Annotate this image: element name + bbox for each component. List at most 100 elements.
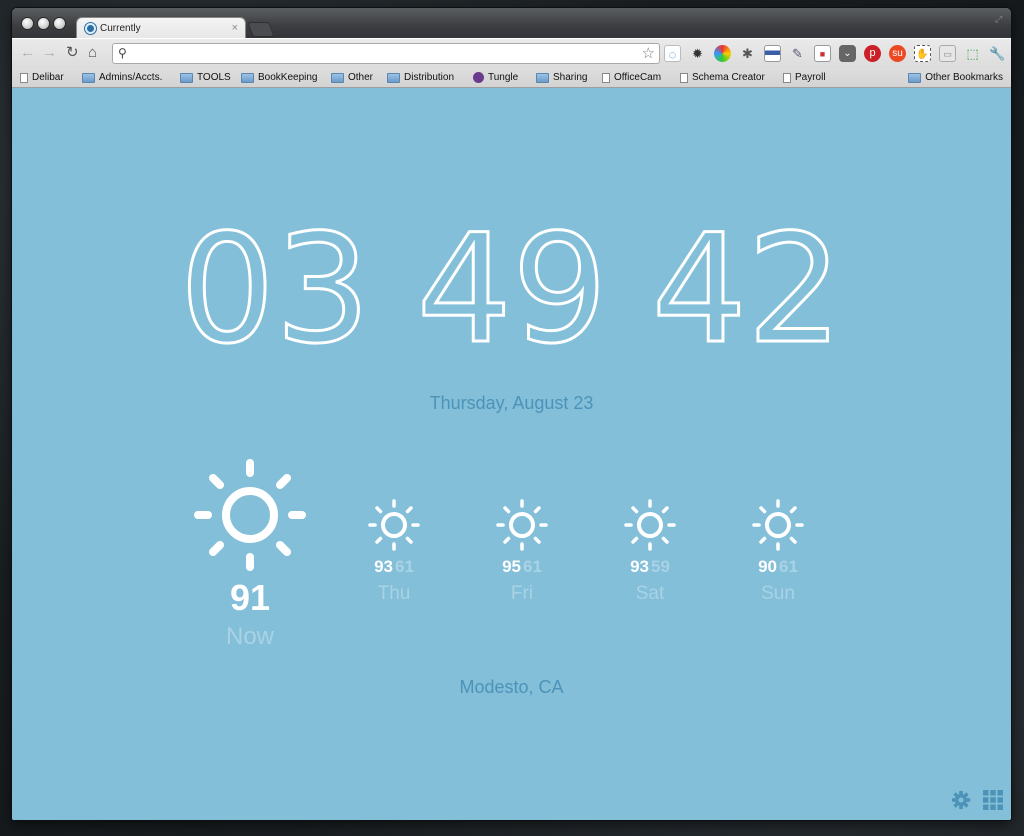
sun-icon <box>752 499 804 551</box>
new-tab-button[interactable] <box>247 22 275 37</box>
title-bar: Currently × ⤢ <box>12 8 1011 39</box>
forecast-low: 61 <box>779 557 798 576</box>
reload-icon[interactable]: ↻ <box>66 45 79 61</box>
color-wheel-extension-icon[interactable] <box>714 45 731 62</box>
tab-title: Currently <box>100 23 141 34</box>
forecast-high: 93 <box>374 557 393 576</box>
bookmark-label: Delibar <box>32 72 64 83</box>
forward-arrow-icon[interactable]: → <box>42 45 57 61</box>
folder-icon <box>908 72 922 83</box>
clock-minutes: 49 <box>417 203 608 377</box>
clock-seconds: 42 <box>652 203 843 377</box>
bookmark-schema-creator[interactable]: Schema Creator <box>680 72 765 83</box>
page-icon <box>783 72 791 83</box>
bookmark-bookkeeping[interactable]: BookKeeping <box>241 72 318 83</box>
bookmark-other-bookmarks[interactable]: Other Bookmarks <box>908 72 1003 83</box>
address-bar[interactable]: ⚲ ☆ <box>112 43 660 64</box>
bookmark-label: Tungle <box>488 72 519 83</box>
bookmark-tungle[interactable]: Tungle <box>473 72 518 83</box>
forecast-high: 95 <box>502 557 521 576</box>
skype-extension-icon[interactable]: ◌ <box>664 45 681 62</box>
page-content: 03 49 42 Thursday, August 23 91 Now 93 61… <box>12 89 1011 820</box>
close-window-button[interactable] <box>22 18 33 29</box>
forecast-temps: 90 61 <box>733 557 823 577</box>
bookmark-other[interactable]: Other <box>331 72 373 83</box>
bookmark-label: Other Bookmarks <box>925 72 1003 83</box>
bookmark-label: Admins/Accts. <box>99 72 163 83</box>
folder-icon <box>180 72 193 83</box>
eyedropper-extension-icon[interactable]: ✎ <box>789 45 806 62</box>
bookmark-label: Distribution <box>404 72 455 83</box>
flag-extension-icon[interactable] <box>764 45 781 62</box>
folder-icon <box>241 72 254 83</box>
settings-gear-icon[interactable] <box>951 790 971 810</box>
forecast-day-name: Thu <box>377 583 411 604</box>
bookmark-admins-accts[interactable]: Admins/Accts. <box>82 72 162 83</box>
folder-icon <box>387 72 400 83</box>
bookmark-label: BookKeeping <box>258 72 318 83</box>
forecast-day-name: Fri <box>510 583 534 604</box>
bug-extension-icon[interactable]: ✱ <box>739 45 756 62</box>
screen-extension-icon[interactable]: ■ <box>814 45 831 62</box>
fullscreen-icon[interactable]: ⤢ <box>995 14 1005 24</box>
forecast-temps: 95 61 <box>477 557 567 577</box>
folder-icon <box>82 72 95 83</box>
bookmark-payroll[interactable]: Payroll <box>783 72 826 83</box>
forecast-day-fri: 95 61 Fri <box>477 497 567 605</box>
home-icon[interactable]: ⌂ <box>88 45 97 61</box>
current-label: Now <box>225 623 274 650</box>
forecast-low: 61 <box>395 557 414 576</box>
minimize-window-button[interactable] <box>38 18 49 29</box>
tab-close-icon[interactable]: × <box>232 22 238 34</box>
search-icon: ⚲ <box>118 46 127 60</box>
tab-currently[interactable]: Currently × <box>76 17 246 39</box>
screenshot-extension-icon[interactable]: ✋ <box>914 45 931 62</box>
page-icon <box>680 72 688 83</box>
current-temperature: 91 <box>229 577 271 618</box>
bookmark-tools[interactable]: TOOLS <box>180 72 231 83</box>
pinterest-extension-icon[interactable]: p <box>864 45 881 62</box>
wrench-icon[interactable]: 🔧 <box>989 45 1006 62</box>
bookmark-sharing[interactable]: Sharing <box>536 72 587 83</box>
bookmark-star-icon[interactable]: ☆ <box>642 44 655 62</box>
back-arrow-icon[interactable]: ← <box>20 45 35 61</box>
apps-grid-icon[interactable] <box>983 790 1003 810</box>
forecast-day-thu: 93 61 Thu <box>349 497 439 605</box>
pocket-extension-icon[interactable]: ⌄ <box>839 45 856 62</box>
bookmarks-bar: Other Bookmarks Delibar Admins/Accts. TOOL… <box>12 68 1011 88</box>
forecast-high: 90 <box>758 557 777 576</box>
bookmark-distribution[interactable]: Distribution <box>387 72 454 83</box>
frame-extension-icon[interactable]: ▭ <box>939 45 956 62</box>
browser-toolbar: ← → ↻ ⌂ ⚲ ☆ ◌ ✹ ✱ ✎ ■ ⌄ p su ✋ ▭ ⬚ 🔧 <box>12 38 1011 68</box>
zoom-window-button[interactable] <box>54 18 65 29</box>
forecast-day-sat: 93 59 Sat <box>605 497 695 605</box>
forecast-temps: 93 59 <box>605 557 695 577</box>
currently-favicon-icon <box>85 23 96 34</box>
forecast-low: 59 <box>651 557 670 576</box>
browser-window: Currently × ⤢ ← → ↻ ⌂ ⚲ ☆ ◌ ✹ ✱ ✎ ■ ⌄ p … <box>12 8 1011 820</box>
folder-icon <box>536 72 549 83</box>
bookmark-label: TOOLS <box>197 72 231 83</box>
bookmark-officecam[interactable]: OfficeCam <box>602 72 661 83</box>
stumbleupon-extension-icon[interactable]: su <box>889 45 906 62</box>
gear-extension-icon[interactable]: ✹ <box>689 45 706 62</box>
forecast-temps: 93 61 <box>349 557 439 577</box>
forecast-low: 61 <box>523 557 542 576</box>
clock-display: 03 49 42 <box>178 202 844 379</box>
bookmark-delibar[interactable]: Delibar <box>20 72 64 83</box>
location-label[interactable]: Modesto, CA <box>12 677 1011 698</box>
sun-icon <box>194 459 306 571</box>
folder-icon <box>331 72 344 83</box>
forecast-day-sun: 90 61 Sun <box>733 497 823 605</box>
bookmark-label: Schema Creator <box>692 72 765 83</box>
bookmark-label: Payroll <box>795 72 826 83</box>
page-icon <box>602 72 610 83</box>
bookmark-label: Sharing <box>553 72 588 83</box>
sun-icon <box>624 499 676 551</box>
forecast-high: 93 <box>630 557 649 576</box>
evernote-extension-icon[interactable]: ⬚ <box>964 45 981 62</box>
page-icon <box>20 72 28 83</box>
sun-icon <box>368 499 420 551</box>
forecast-day-name: Sat <box>635 583 665 604</box>
tungle-icon <box>473 72 484 83</box>
